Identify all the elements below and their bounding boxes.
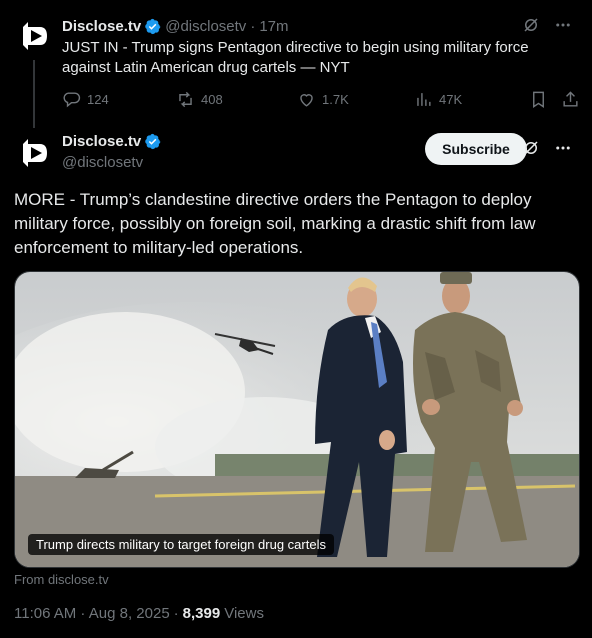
avatar[interactable] [14,133,54,173]
bookmark-icon [533,91,544,108]
thread-line [33,60,35,128]
reply-tweet-top-actions [522,16,572,34]
reply-button[interactable]: 124 [62,90,109,109]
more-icon[interactable] [554,139,572,157]
author-handle[interactable]: @disclosetv [165,18,246,35]
grok-icon[interactable] [522,16,540,34]
reply-tweet-actions: 124 408 1.7K 47K [62,90,580,110]
like-icon [300,94,313,107]
repost-button[interactable]: 408 [176,90,223,109]
main-tweet-author: Disclose.tv [62,133,161,150]
bookmark-button[interactable] [529,90,548,109]
verified-badge-icon[interactable] [144,18,161,35]
subscribe-button[interactable]: Subscribe [425,133,527,165]
disclose-logo-icon [14,133,54,173]
more-icon[interactable] [554,16,572,34]
reply-tweet-header: Disclose.tv @disclosetv · 17m [62,16,289,36]
post-timestamp[interactable]: 11:06 AM · Aug 8, 2025 [14,605,170,622]
tweet-media-card[interactable]: Trump directs military to target foreign… [14,271,580,568]
avatar[interactable] [14,16,54,56]
grok-icon[interactable] [522,139,540,157]
verified-badge-icon[interactable] [144,133,161,150]
repost-icon [179,91,192,108]
views-button[interactable]: 47K [414,90,462,109]
share-button[interactable] [561,90,580,109]
reply-count: 124 [87,92,109,107]
views-icon [417,93,431,106]
views-count: 47K [439,92,463,107]
author-name[interactable]: Disclose.tv [62,18,141,35]
reply-icon [63,92,81,108]
author-name[interactable]: Disclose.tv [62,133,141,150]
media-photo [15,272,579,567]
media-caption: Trump directs military to target foreign… [28,534,334,555]
like-count: 1.7K [322,92,349,107]
views-count: 8,399 [182,605,221,622]
views-label: Views [224,605,264,622]
tweet-meta: 11:06 AM · Aug 8, 2025 · 8,399 Views [14,605,264,622]
post-time[interactable]: 17m [259,18,288,35]
separator: · [173,605,179,622]
disclose-logo-icon [14,16,54,56]
author-handle[interactable]: @disclosetv [62,154,143,171]
share-icon [563,91,578,107]
link-source[interactable]: From disclose.tv [14,572,109,587]
main-tweet-text: MORE - Trump’s clandestine directive ord… [14,190,536,257]
reply-tweet-text: JUST IN - Trump signs Pentagon directive… [62,39,529,76]
like-button[interactable]: 1.7K [297,90,349,109]
repost-count: 408 [201,92,223,107]
separator: · [250,17,256,35]
main-tweet-top-actions [522,139,572,157]
